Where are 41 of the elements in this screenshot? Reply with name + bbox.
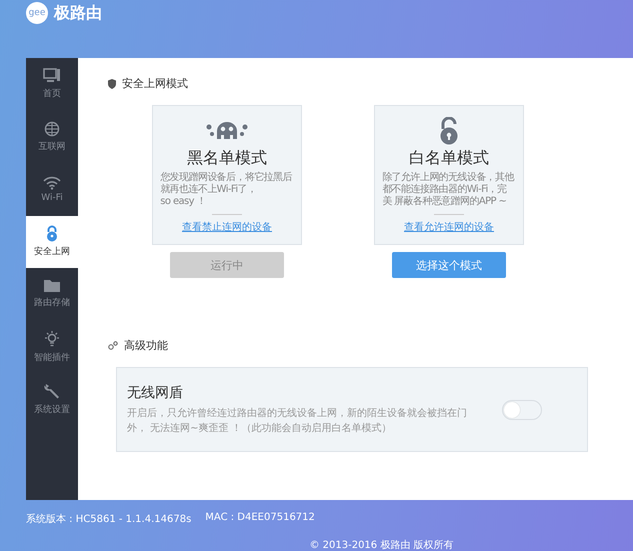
lock-icon <box>438 116 460 146</box>
wifi-icon <box>43 176 61 190</box>
sidebar-item-label: Wi-Fi <box>41 192 63 203</box>
shield-icon <box>108 78 116 88</box>
feature-description: 开启后，只允许曾经连过路由器的无线设备上网，新的陌生设备就会被挡在门外， 无法连网~爽歪歪 ！（此功能会自动启用白名单模式） <box>127 406 468 436</box>
select-mode-button[interactable]: 选择这个模式 <box>392 252 506 278</box>
feature-title: 无线网盾 <box>127 384 184 402</box>
sidebar-item-label: 互联网 <box>38 140 66 153</box>
sidebar-item[interactable]: 安全上网 <box>26 216 78 268</box>
firmware-version: 系统版本 : HC5861 - 1.1.4.14678s <box>26 512 192 526</box>
toggle-switch[interactable] <box>502 400 542 420</box>
device-list-link[interactable]: 查看允许连网的设备 <box>404 220 494 234</box>
mac-address: MAC : D4EE07516712 <box>205 512 315 525</box>
section-title: 安全上网模式 <box>122 76 188 91</box>
lock-icon <box>45 225 59 242</box>
app-title: 极路由 <box>54 2 102 24</box>
sidebar-item-label: 首页 <box>43 88 61 100</box>
sidebar-item-label: 路由存储 <box>34 296 70 310</box>
logo-badge: gee <box>26 2 48 24</box>
monitor-icon <box>43 68 61 84</box>
mode-description: 您发现蹭网设备后，将它拉黑后就再也连不上Wi-Fi了， so easy ！ <box>160 172 293 208</box>
folder-icon <box>43 279 61 294</box>
sidebar-item[interactable]: 首页 <box>26 58 78 110</box>
sidebar-item[interactable]: Wi-Fi <box>26 163 78 216</box>
wrench-icon <box>43 382 61 400</box>
mode-title: 白名单模式 <box>409 148 489 169</box>
sidebar-item[interactable]: 智能插件 <box>26 320 78 373</box>
sidebar-item-label: 智能插件 <box>34 352 70 364</box>
sidebar-item[interactable]: 互联网 <box>26 110 78 163</box>
running-button[interactable]: 运行中 <box>170 252 284 278</box>
mode-title: 黑名单模式 <box>187 148 267 169</box>
bulb-icon <box>43 330 61 348</box>
copyright-text: © 2013-2016 极路由 版权所有 <box>308 538 455 551</box>
sidebar-item[interactable]: 系统设置 <box>26 373 78 426</box>
sidebar-item-label: 安全上网 <box>34 246 70 258</box>
globe-icon <box>44 120 60 137</box>
sidebar-item[interactable]: 路由存储 <box>26 268 78 320</box>
sidebar-item-label: 系统设置 <box>34 404 70 416</box>
device-list-link[interactable]: 查看禁止连网的设备 <box>182 220 272 234</box>
section-title: 高级功能 <box>124 338 168 353</box>
mode-description: 除了允许上网的无线设备，其他都不能连接路由器的Wi-Fi，完美 屏蔽各种恶意蹭网的APP ~ <box>382 172 516 208</box>
